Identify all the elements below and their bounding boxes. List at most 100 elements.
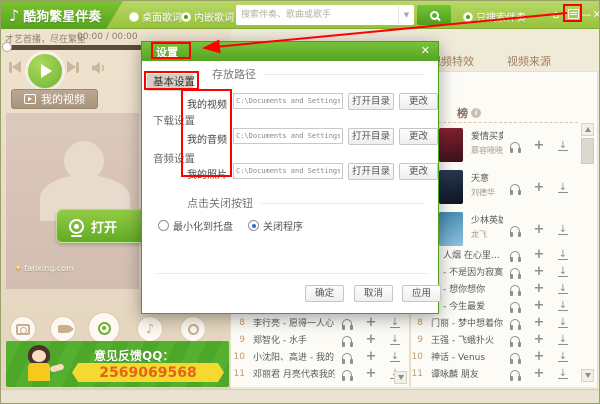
play-button[interactable]: [28, 54, 62, 88]
next-button[interactable]: [67, 61, 79, 73]
open-directory-button[interactable]: 打开目录: [348, 93, 394, 110]
song-row[interactable]: 11 谭咏麟 朋友 + ↓: [407, 366, 575, 381]
download-button[interactable]: ↓: [551, 318, 575, 328]
song-row[interactable]: 10 神话 - Venus + ↓: [407, 349, 575, 364]
song-row[interactable]: - 今生最爱 + ↓: [443, 298, 575, 313]
add-button[interactable]: +: [359, 318, 383, 328]
close-button[interactable]: ✕: [590, 7, 600, 22]
song-row[interactable]: - 不是因为寂寞… + ↓: [443, 264, 575, 279]
headphone-icon: [510, 285, 520, 293]
song-row[interactable]: 9 王强 - 飞蛾扑火 + ↓: [407, 332, 575, 347]
download-button[interactable]: ↓: [551, 369, 575, 379]
featured-song-row[interactable]: 爱情买卖 慕容晓晓 + ↓: [439, 126, 575, 166]
download-button[interactable]: ↓: [383, 318, 407, 328]
add-button[interactable]: +: [359, 335, 383, 345]
download-button[interactable]: ↓: [551, 141, 575, 151]
add-button[interactable]: +: [527, 335, 551, 345]
add-button[interactable]: +: [527, 141, 551, 151]
download-button[interactable]: ↓: [551, 284, 575, 294]
listen-button[interactable]: [503, 268, 527, 276]
add-button[interactable]: +: [527, 284, 551, 294]
scroll-down-button[interactable]: [581, 369, 594, 382]
listen-button[interactable]: [335, 336, 359, 344]
song-row[interactable]: 8 李行亮 - 愿得一人心 + ↓: [229, 315, 407, 330]
add-button[interactable]: +: [527, 301, 551, 311]
cancel-button[interactable]: 取消: [354, 285, 393, 302]
ok-button[interactable]: 确定: [305, 285, 344, 302]
minimize-to-tray-radio[interactable]: 最小化到托盘: [158, 218, 233, 233]
scroll-down-button[interactable]: [394, 371, 407, 384]
song-row[interactable]: 8 门丽 - 梦中想着你 + ↓: [407, 315, 575, 330]
dialog-close-button[interactable]: ✕: [421, 44, 430, 57]
song-title: 小沈阳、高进 - 我的…: [253, 350, 335, 363]
search-dropdown-icon[interactable]: ▼: [398, 6, 414, 24]
listen-button[interactable]: [503, 370, 527, 378]
download-button[interactable]: ↓: [383, 335, 407, 345]
previous-button[interactable]: [9, 61, 21, 73]
tab-video-source[interactable]: 视频来源: [507, 53, 551, 69]
featured-song-row[interactable]: 天意 刘德华 + ↓: [439, 168, 575, 208]
search-only-accompaniment-radio[interactable]: 只搜索伴奏: [463, 9, 526, 24]
download-button[interactable]: ↓: [551, 301, 575, 311]
add-button[interactable]: +: [527, 225, 551, 235]
download-button[interactable]: ↓: [551, 183, 575, 193]
listen-button[interactable]: [503, 251, 527, 259]
song-row[interactable]: 11 邓丽君 月亮代表我的心 + ↓: [229, 366, 407, 381]
search-input[interactable]: [236, 7, 398, 23]
open-directory-button[interactable]: 打开目录: [348, 128, 394, 145]
download-button[interactable]: ↓: [551, 335, 575, 345]
add-button[interactable]: +: [527, 369, 551, 379]
listen-button[interactable]: [503, 302, 527, 310]
listen-button[interactable]: [335, 353, 359, 361]
my-video-button[interactable]: 我的视频: [11, 89, 98, 109]
song-row[interactable]: 10 小沈阳、高进 - 我的… + ↓: [229, 349, 407, 364]
listen-button[interactable]: [503, 319, 527, 327]
add-button[interactable]: +: [527, 267, 551, 277]
listen-button[interactable]: [503, 353, 527, 361]
search-button[interactable]: [417, 5, 451, 25]
path-input-audio[interactable]: [233, 128, 343, 144]
featured-song-row[interactable]: 少林英雄 龙飞 + ↓: [439, 210, 575, 250]
scrollbar-thumb[interactable]: [581, 138, 594, 164]
change-button[interactable]: 更改: [399, 93, 438, 110]
change-button[interactable]: 更改: [399, 128, 438, 145]
add-button[interactable]: +: [527, 318, 551, 328]
feedback-banner[interactable]: 意见反馈QQ： 2569069568: [6, 341, 229, 387]
add-button[interactable]: +: [527, 352, 551, 362]
close-program-radio[interactable]: 关闭程序: [248, 218, 303, 233]
add-button[interactable]: +: [359, 352, 383, 362]
download-button[interactable]: ↓: [551, 250, 575, 260]
song-row[interactable]: 人烟 在心里… + ↓: [443, 247, 575, 262]
nav-basic-settings[interactable]: 基本设置: [147, 74, 193, 91]
apply-button[interactable]: 应用: [402, 285, 441, 302]
skin-icon[interactable]: ⌂: [549, 7, 563, 22]
embedded-lyrics-radio[interactable]: 内嵌歌词: [181, 9, 234, 24]
listen-button[interactable]: [503, 184, 527, 192]
listen-button[interactable]: [503, 285, 527, 293]
progress-knob[interactable]: [2, 42, 12, 52]
scroll-up-button[interactable]: [581, 123, 594, 136]
song-row[interactable]: 9 郑智化 - 水手 + ↓: [229, 332, 407, 347]
desktop-lyrics-radio[interactable]: 桌面歌词: [129, 9, 182, 24]
download-button[interactable]: ↓: [551, 267, 575, 277]
path-input-photo[interactable]: [233, 163, 343, 179]
listen-button[interactable]: [335, 319, 359, 327]
path-input-video[interactable]: [233, 93, 343, 109]
nav-download-settings[interactable]: 下载设置: [147, 113, 193, 130]
listen-button[interactable]: [503, 226, 527, 234]
download-button[interactable]: ↓: [383, 352, 407, 362]
download-button[interactable]: ↓: [551, 225, 575, 235]
listen-button[interactable]: [503, 336, 527, 344]
song-row[interactable]: - 想你想你 + ↓: [443, 281, 575, 296]
volume-icon[interactable]: [91, 60, 109, 79]
main-menu-icon[interactable]: [568, 9, 579, 19]
open-directory-button[interactable]: 打开目录: [348, 163, 394, 180]
info-icon[interactable]: i: [471, 108, 481, 118]
add-button[interactable]: +: [359, 369, 383, 379]
download-button[interactable]: ↓: [551, 352, 575, 362]
listen-button[interactable]: [335, 370, 359, 378]
add-button[interactable]: +: [527, 250, 551, 260]
listen-button[interactable]: [503, 142, 527, 150]
change-button[interactable]: 更改: [399, 163, 438, 180]
add-button[interactable]: +: [527, 183, 551, 193]
